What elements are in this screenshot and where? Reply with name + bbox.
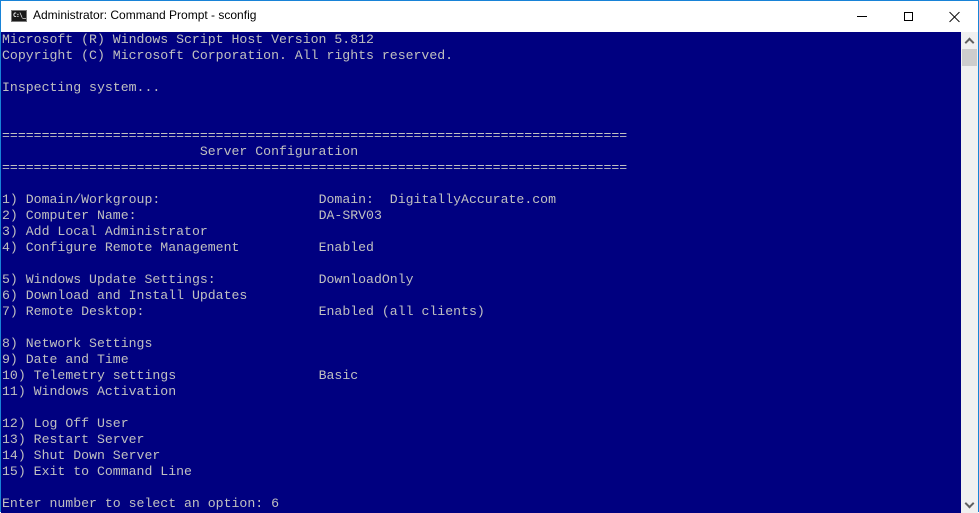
console-text: Microsoft (R) Windows Script Host Versio… (1, 32, 961, 512)
separator: ========================================… (2, 160, 628, 175)
separator-line: ========================================… (2, 128, 961, 144)
command-prompt-window: C:\_ Administrator: Command Prompt - sco… (0, 0, 979, 513)
minimize-button[interactable] (839, 1, 885, 31)
prompt-line[interactable]: Enter number to select an option: 6 (2, 496, 961, 512)
menu-item-number: 11) (2, 384, 26, 399)
scrollbar-thumb[interactable] (962, 49, 977, 66)
scroll-up-button[interactable] (961, 32, 978, 49)
menu-item-number: 12) (2, 416, 26, 431)
chevron-up-icon (964, 37, 975, 47)
console-output[interactable]: Microsoft (R) Windows Script Host Versio… (1, 32, 961, 513)
scroll-down-button[interactable] (961, 496, 978, 513)
menu-item-label: Restart Server (33, 432, 145, 447)
header-text: Microsoft (R) Windows Script Host Versio… (2, 32, 374, 47)
menu-item-label: Computer Name: (25, 208, 137, 223)
menu-item[interactable]: 10) Telemetry settings Basic (2, 368, 961, 384)
menu-item-value: Enabled (318, 240, 374, 255)
chevron-down-icon (964, 498, 975, 508)
close-icon (949, 11, 960, 22)
menu-item-value: Enabled (all clients) (318, 304, 485, 319)
maximize-icon (903, 11, 913, 21)
menu-item-number: 9) (2, 352, 18, 367)
menu-item-label: Add Local Administrator (25, 224, 208, 239)
menu-item[interactable]: 9) Date and Time (2, 352, 961, 368)
menu-item[interactable]: 7) Remote Desktop: Enabled (all clients) (2, 304, 961, 320)
minimize-icon (857, 15, 867, 17)
header-text: Inspecting system... (2, 80, 161, 95)
menu-item-number: 5) (2, 272, 18, 287)
menu-item-label: Remote Desktop: (25, 304, 145, 319)
header-text: Copyright (C) Microsoft Corporation. All… (2, 48, 454, 63)
menu-item[interactable]: 5) Windows Update Settings: DownloadOnly (2, 272, 961, 288)
menu-item[interactable]: 1) Domain/Workgroup: Domain: DigitallyAc… (2, 192, 961, 208)
menu-item-label: Telemetry settings (33, 368, 177, 383)
menu-item-label: Log Off User (33, 416, 129, 431)
header-line: Microsoft (R) Windows Script Host Versio… (2, 32, 961, 48)
menu-item-number: 10) (2, 368, 26, 383)
menu-item[interactable]: 4) Configure Remote Management Enabled (2, 240, 961, 256)
menu-item-label: Windows Activation (33, 384, 177, 399)
menu-item[interactable]: 14) Shut Down Server (2, 448, 961, 464)
menu-item[interactable]: 3) Add Local Administrator (2, 224, 961, 240)
prompt-input[interactable]: 6 (271, 496, 279, 511)
menu-item-value: Basic (318, 368, 359, 383)
menu-item[interactable]: 11) Windows Activation (2, 384, 961, 400)
menu-item-value: Domain: DigitallyAccurate.com (318, 192, 556, 207)
header-line: Inspecting system... (2, 80, 961, 96)
menu-item-number: 15) (2, 464, 26, 479)
menu-item-number: 2) (2, 208, 18, 223)
menu-item-label: Domain/Workgroup: (25, 192, 161, 207)
menu-item-label: Shut Down Server (33, 448, 161, 463)
menu-item-number: 7) (2, 304, 18, 319)
maximize-button[interactable] (885, 1, 931, 31)
menu-item-label: Network Settings (25, 336, 153, 351)
menu-item-number: 3) (2, 224, 18, 239)
menu-item[interactable]: 6) Download and Install Updates (2, 288, 961, 304)
title-bar[interactable]: C:\_ Administrator: Command Prompt - sco… (1, 1, 978, 31)
command-prompt-icon[interactable]: C:\_ (11, 10, 27, 22)
menu-item-number: 13) (2, 432, 26, 447)
menu-item-label: Download and Install Updates (25, 288, 248, 303)
menu-item-label: Configure Remote Management (25, 240, 240, 255)
menu-item-number: 6) (2, 288, 18, 303)
menu-item[interactable]: 15) Exit to Command Line (2, 464, 961, 480)
menu-item-number: 4) (2, 240, 18, 255)
menu-item-label: Exit to Command Line (33, 464, 192, 479)
separator: ========================================… (2, 128, 628, 143)
menu-item-number: 14) (2, 448, 26, 463)
menu-item-value: DA-SRV03 (318, 208, 382, 223)
menu-item-label: Windows Update Settings: (25, 272, 216, 287)
menu-item[interactable]: 2) Computer Name: DA-SRV03 (2, 208, 961, 224)
menu-item-value: DownloadOnly (318, 272, 414, 287)
window-title: Administrator: Command Prompt - sconfig (33, 8, 257, 22)
vertical-scrollbar[interactable] (961, 32, 978, 513)
separator-line: ========================================… (2, 160, 961, 176)
menu-item-number: 8) (2, 336, 18, 351)
section-title: Server Configuration (2, 144, 359, 159)
menu-item[interactable]: 8) Network Settings (2, 336, 961, 352)
section-title-line: Server Configuration (2, 144, 961, 160)
menu-item[interactable]: 13) Restart Server (2, 432, 961, 448)
header-line: Copyright (C) Microsoft Corporation. All… (2, 48, 961, 64)
menu-item[interactable]: 12) Log Off User (2, 416, 961, 432)
menu-item-label: Date and Time (25, 352, 129, 367)
prompt-text: Enter number to select an option: (2, 496, 272, 511)
close-button[interactable] (931, 1, 977, 31)
menu-item-number: 1) (2, 192, 18, 207)
